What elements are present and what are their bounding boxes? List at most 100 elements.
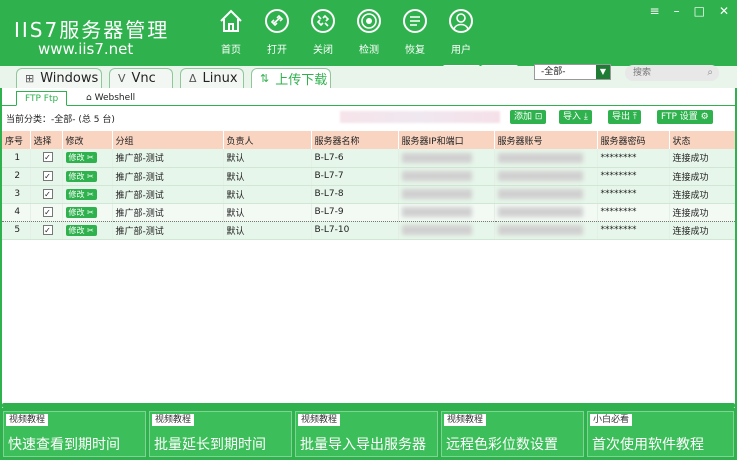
table-row[interactable]: 2 ✓ 修改 ✂ 推广部-测试 默认 B-L7-7 ******** 连接成功	[2, 167, 736, 186]
category-dropdown[interactable]: -全部- ▼	[534, 64, 611, 80]
promo-tag: 视频教程	[444, 414, 487, 426]
tab-linux-label: Linux	[202, 71, 238, 86]
ftp-settings-button[interactable]: FTP 设置 ⚙	[657, 110, 713, 124]
minimize-icon[interactable]: –	[674, 4, 680, 18]
row-checkbox[interactable]: ✓	[30, 167, 63, 186]
nav-detect[interactable]: 检测	[346, 8, 392, 56]
import-label: 导入	[563, 112, 582, 122]
table-row[interactable]: 1 ✓ 修改 ✂ 推广部-测试 默认 B-L7-6 ******** 连接成功	[2, 149, 736, 168]
tab-vnc-label: Vnc	[131, 71, 156, 86]
chevron-down-icon: ▼	[596, 65, 610, 79]
col-password[interactable]: 服务器密码	[597, 131, 670, 149]
tab-vnc[interactable]: V Vnc	[109, 68, 173, 88]
maximize-icon[interactable]: □	[694, 4, 705, 18]
nav-detect-label: 检测	[359, 45, 379, 56]
app-url: www.iis7.net	[38, 40, 134, 58]
col-owner[interactable]: 负责人	[223, 131, 312, 149]
ftp-settings-label: FTP 设置	[661, 112, 698, 122]
row-ip-redacted	[398, 185, 495, 204]
row-group: 推广部-测试	[112, 221, 224, 240]
promo-text: 批量延长到期时间	[154, 437, 266, 453]
row-account-redacted	[494, 167, 598, 186]
subtab-webshell-label: Webshell	[94, 93, 136, 103]
add-button[interactable]: 添加 ⊡	[510, 110, 547, 124]
nav-close-label: 关闭	[313, 45, 333, 56]
linux-icon: Δ	[189, 72, 197, 85]
promo-card[interactable]: 视频教程 快速查看到期时间	[3, 411, 146, 457]
edit-button[interactable]: 修改 ✂	[65, 170, 97, 182]
nav-restore[interactable]: 恢复	[392, 8, 438, 56]
col-edit[interactable]: 修改	[62, 131, 113, 149]
search-input[interactable]: 搜索 ⌕	[625, 65, 719, 81]
col-server-ip[interactable]: 服务器IP和端口	[398, 131, 495, 149]
row-no: 4	[2, 202, 31, 222]
promo-card[interactable]: 视频教程 批量延长到期时间	[149, 411, 292, 457]
row-status: 连接成功	[669, 221, 736, 240]
tab-windows[interactable]: ⊞ Windows	[16, 68, 102, 88]
row-owner: 默认	[223, 202, 312, 222]
col-select[interactable]: 选择	[30, 131, 63, 149]
close-icon[interactable]: ✕	[719, 4, 729, 18]
table-row[interactable]: 3 ✓ 修改 ✂ 推广部-测试 默认 B-L7-8 ******** 连接成功	[2, 185, 736, 204]
edit-button[interactable]: 修改 ✂	[65, 206, 97, 218]
col-status[interactable]: 状态	[669, 131, 736, 149]
row-checkbox[interactable]: ✓	[30, 221, 63, 240]
webshell-icon: ⌂	[86, 93, 92, 103]
promo-tag: 小白必看	[590, 414, 633, 426]
row-password: ********	[597, 221, 670, 240]
row-owner: 默认	[223, 221, 312, 240]
restore-icon	[403, 9, 427, 33]
row-server-name: B-L7-8	[311, 185, 399, 204]
row-checkbox[interactable]: ✓	[30, 185, 63, 204]
promo-text: 快速查看到期时间	[8, 437, 120, 453]
row-password: ********	[597, 185, 670, 204]
promo-card[interactable]: 视频教程 批量导入导出服务器	[295, 411, 438, 457]
nav-close[interactable]: 关闭	[300, 8, 346, 56]
col-group[interactable]: 分组	[112, 131, 224, 149]
export-button[interactable]: 导出 ⤒	[608, 110, 641, 124]
tab-transfer[interactable]: ⇅ 上传下载	[251, 68, 331, 88]
row-server-name: B-L7-9	[311, 202, 399, 222]
row-group: 推广部-测试	[112, 149, 224, 168]
windows-icon: ⊞	[25, 72, 35, 85]
row-checkbox[interactable]: ✓	[30, 149, 63, 168]
import-button[interactable]: 导入 ⤓	[559, 110, 592, 124]
menu-icon[interactable]: ≡	[650, 4, 660, 18]
table-empty-area	[2, 240, 735, 403]
app-logo: IIS7服务器管理	[14, 18, 170, 42]
row-password: ********	[597, 149, 670, 168]
main-nav: 首页 打开 关闭 检测 恢复 用户	[208, 8, 484, 56]
col-account[interactable]: 服务器账号	[494, 131, 598, 149]
row-server-name: B-L7-6	[311, 149, 399, 168]
nav-home-label: 首页	[221, 45, 241, 56]
home-icon	[220, 9, 242, 32]
table-row[interactable]: 4 ✓ 修改 ✂ 推广部-测试 默认 B-L7-9 ******** 连接成功	[2, 202, 736, 222]
row-ip-redacted	[398, 149, 495, 168]
subtab-ftp[interactable]: FTP Ftp	[16, 91, 68, 106]
col-no[interactable]: 序号	[2, 131, 31, 149]
tab-linux[interactable]: Δ Linux	[180, 68, 244, 88]
promo-text: 远程色彩位数设置	[446, 437, 558, 453]
nav-user-label: 用户	[451, 45, 471, 56]
nav-home[interactable]: 首页	[208, 8, 254, 56]
col-server-name[interactable]: 服务器名称	[311, 131, 399, 149]
row-no: 2	[2, 167, 31, 186]
edit-button[interactable]: 修改 ✂	[65, 188, 97, 200]
nav-user[interactable]: 用户	[438, 8, 484, 56]
row-checkbox[interactable]: ✓	[30, 202, 63, 222]
subtab-webshell[interactable]: ⌂ Webshell	[78, 91, 143, 106]
search-placeholder: 搜索	[633, 68, 652, 78]
current-category: 当前分类：-全部- (总 5 台)	[6, 115, 115, 125]
tab-windows-label: Windows	[40, 71, 99, 86]
server-table: 序号 选择 修改 分组 负责人 服务器名称 服务器IP和端口 服务器账号 服务器…	[2, 131, 736, 240]
edit-button[interactable]: 修改 ✂	[65, 152, 97, 164]
table-row[interactable]: 5 ✓ 修改 ✂ 推广部-测试 默认 B-L7-10 ******** 连接成功	[2, 221, 736, 240]
link-icon	[265, 9, 289, 33]
sub-tab-bar: FTP Ftp ⌂ Webshell	[0, 88, 737, 106]
promo-card[interactable]: 小白必看 首次使用软件教程	[587, 411, 734, 457]
edit-button[interactable]: 修改 ✂	[65, 224, 97, 236]
row-owner: 默认	[223, 185, 312, 204]
add-label: 添加	[514, 112, 533, 122]
nav-open[interactable]: 打开	[254, 8, 300, 56]
promo-card[interactable]: 视频教程 远程色彩位数设置	[441, 411, 584, 457]
